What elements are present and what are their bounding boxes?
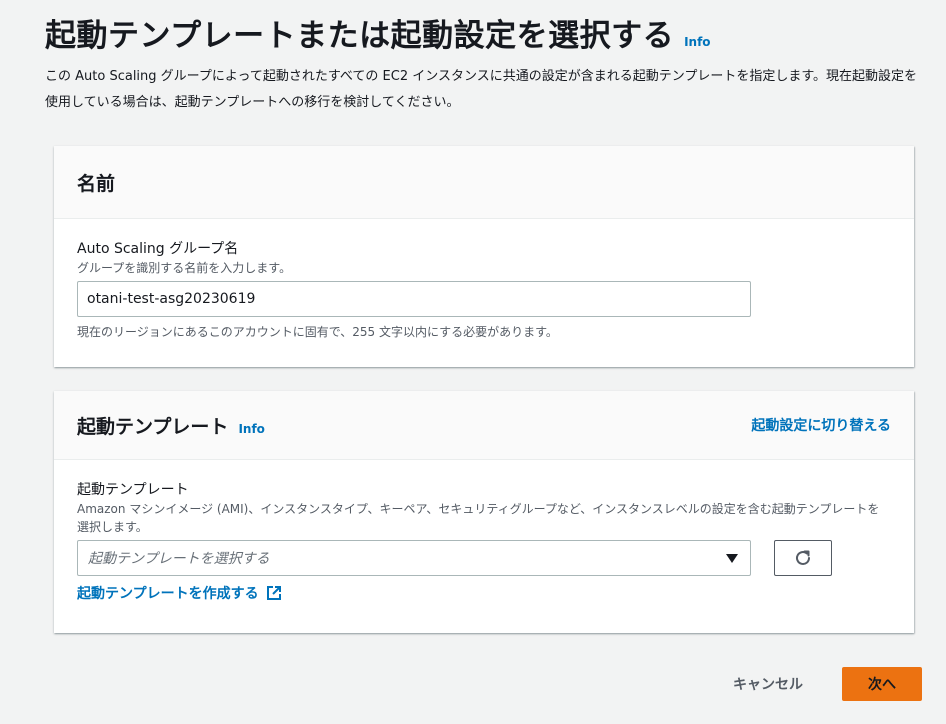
launch-template-select-placeholder: 起動テンプレートを選択する: [88, 551, 270, 567]
launch-template-panel-header: 起動テンプレート Info 起動設定に切り替える: [54, 391, 914, 460]
launch-template-panel-title: 起動テンプレート: [77, 415, 229, 438]
page-info-link[interactable]: Info: [684, 35, 710, 49]
launch-template-select-row: 起動テンプレートを選択する: [77, 540, 891, 576]
page-title: 起動テンプレートまたは起動設定を選択する: [45, 18, 675, 54]
asg-name-input[interactable]: [77, 281, 751, 317]
name-panel-body: Auto Scaling グループ名 グループを識別する名前を入力します。 現在…: [54, 219, 914, 341]
switch-to-launch-config-link[interactable]: 起動設定に切り替える: [751, 415, 891, 435]
asg-name-description: グループを識別する名前を入力します。: [77, 261, 292, 275]
launch-template-panel-body: 起動テンプレート Amazon マシンイメージ (AMI)、インスタンスタイプ、…: [54, 460, 914, 603]
asg-name-label: Auto Scaling グループ名: [77, 241, 239, 257]
name-panel: 名前 Auto Scaling グループ名 グループを識別する名前を入力します。…: [54, 146, 914, 367]
cancel-button[interactable]: キャンセル: [716, 668, 820, 700]
launch-template-select[interactable]: 起動テンプレートを選択する: [77, 540, 751, 576]
launch-template-title-wrap: 起動テンプレート Info: [77, 412, 265, 439]
external-link-icon: [266, 586, 281, 600]
next-button[interactable]: 次へ: [842, 667, 922, 701]
refresh-icon: [796, 550, 810, 565]
launch-template-info-link[interactable]: Info: [238, 422, 264, 436]
refresh-button[interactable]: [774, 540, 832, 576]
launch-template-panel: 起動テンプレート Info 起動設定に切り替える 起動テンプレート Amazon…: [54, 391, 914, 633]
name-panel-title: 名前: [77, 172, 116, 195]
asg-name-constraint: 現在のリージョンにあるこのアカウントに固有で、255 文字以内にする必要がありま…: [77, 325, 558, 339]
create-launch-template-link[interactable]: 起動テンプレートを作成する: [77, 583, 282, 603]
page-header: 起動テンプレートまたは起動設定を選択する Info この Auto Scalin…: [45, 14, 925, 116]
caret-down-icon: [726, 553, 738, 563]
launch-template-description: Amazon マシンイメージ (AMI)、インスタンスタイプ、キーペア、セキュリ…: [77, 502, 880, 534]
page-description: この Auto Scaling グループによって起動されたすべての EC2 イン…: [45, 69, 918, 110]
name-panel-header: 名前: [54, 146, 914, 219]
launch-template-label: 起動テンプレート: [77, 482, 189, 498]
title-row: 起動テンプレートまたは起動設定を選択する Info: [45, 14, 925, 58]
create-launch-template-label: 起動テンプレートを作成する: [77, 586, 259, 602]
